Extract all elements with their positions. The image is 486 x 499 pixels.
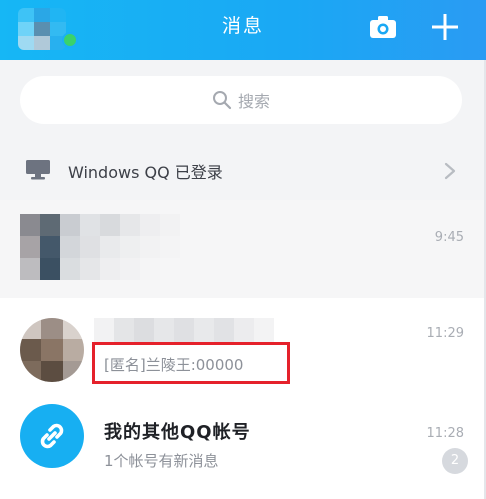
camera-icon (370, 16, 396, 38)
message-time: 11:28 (426, 426, 464, 441)
link-avatar (20, 404, 84, 468)
unread-badge: 2 (442, 448, 468, 474)
blurred-content (20, 214, 180, 280)
chevron-right-icon (444, 162, 456, 180)
avatar (20, 318, 84, 382)
other-accounts-item[interactable]: 我的其他QQ帐号 1个帐号有新消息 11:28 2 (0, 398, 486, 498)
search-placeholder: 搜索 (237, 92, 270, 111)
message-preview: 1个帐号有新消息 (104, 452, 219, 470)
conversation-title: 我的其他QQ帐号 (104, 422, 251, 443)
camera-button[interactable] (366, 10, 400, 44)
computer-icon (26, 160, 50, 180)
page-title: 消息 (221, 15, 264, 37)
message-time: 11:29 (426, 326, 464, 341)
conversation-item-partial[interactable] (0, 494, 486, 499)
search-icon (212, 91, 232, 110)
conversation-item[interactable]: 9:45 (0, 200, 486, 300)
plus-icon (432, 14, 458, 40)
search-input[interactable]: 搜索 (20, 76, 462, 124)
link-icon (40, 423, 64, 449)
search-area: 搜索 (0, 60, 486, 140)
blurred-contact-name (94, 318, 274, 342)
message-preview: [匿名]兰陵王:00000 (104, 356, 244, 374)
top-bar: 消息 (0, 0, 486, 60)
message-time: 9:45 (434, 230, 464, 245)
pc-login-text: Windows QQ 已登录 (68, 163, 223, 182)
conversation-item[interactable]: 11:29 [匿名]兰陵王:00000 (0, 298, 486, 398)
pc-login-status-bar[interactable]: Windows QQ 已登录 (0, 140, 486, 200)
add-button[interactable] (428, 10, 462, 44)
